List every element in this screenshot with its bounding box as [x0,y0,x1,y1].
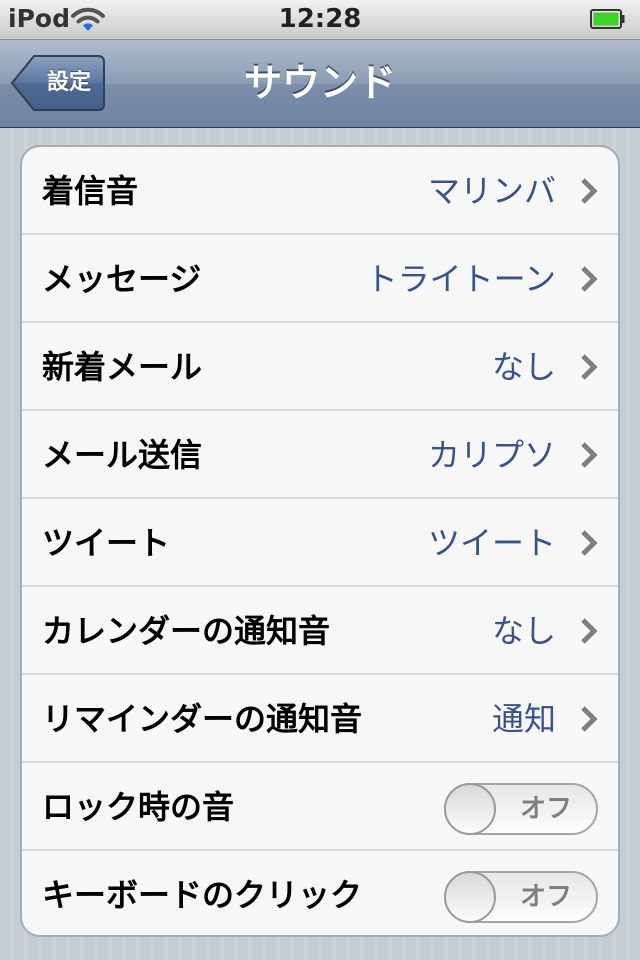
back-button-label: 設定 [46,70,91,95]
row-tweet[interactable]: ツイート ツイート [22,499,618,587]
battery-icon [590,8,626,30]
row-new-mail[interactable]: 新着メール なし [22,323,618,411]
chevron-right-icon [580,617,598,645]
row-label: ツイート [42,524,171,562]
row-calendar-alert[interactable]: カレンダーの通知音 なし [22,587,618,675]
row-ringtone[interactable]: 着信音 マリンバ [22,147,618,235]
row-value: なし [491,348,556,386]
navigation-bar: 設定 サウンド [0,40,640,128]
row-label: キーボードのクリック [42,876,363,914]
row-value: なし [491,612,556,650]
chevron-right-icon [580,529,598,557]
chevron-right-icon [580,353,598,381]
keyboard-clicks-toggle[interactable]: オフ [444,871,598,923]
row-value: 通知 [491,700,556,738]
row-label: 新着メール [42,348,203,386]
row-reminder-alert[interactable]: リマインダーの通知音 通知 [22,675,618,763]
row-value: カリプソ [427,436,556,474]
row-keyboard-clicks: キーボードのクリック オフ [22,851,618,935]
toggle-knob [444,871,496,923]
toggle-state-label: オフ [519,882,572,912]
row-label: ロック時の音 [42,788,235,826]
back-button-settings[interactable]: 設定 [10,54,106,112]
row-value: ツイート [427,524,556,562]
row-sent-mail[interactable]: メール送信 カリプソ [22,411,618,499]
chevron-right-icon [580,705,598,733]
chevron-right-icon [580,177,598,205]
row-lock-sounds: ロック時の音 オフ [22,763,618,851]
row-label: リマインダーの通知音 [42,700,363,738]
row-message[interactable]: メッセージ トライトーン [22,235,618,323]
row-label: メール送信 [42,436,203,474]
page-title: サウンド [243,61,396,105]
status-time: 12:28 [278,4,362,34]
toggle-knob [444,783,496,835]
chevron-right-icon [580,265,598,293]
sound-settings-group: 着信音 マリンバ メッセージ トライトーン 新着メール なし メール送信 カリプ… [20,145,620,937]
row-value: マリンバ [427,172,556,210]
status-bar: iPod 12:28 [0,0,640,40]
chevron-right-icon [580,441,598,469]
row-label: カレンダーの通知音 [42,612,331,650]
row-value: トライトーン [365,260,556,298]
row-label: メッセージ [42,260,202,298]
toggle-state-label: オフ [519,794,572,824]
row-label: 着信音 [42,172,139,210]
lock-sounds-toggle[interactable]: オフ [444,783,598,835]
